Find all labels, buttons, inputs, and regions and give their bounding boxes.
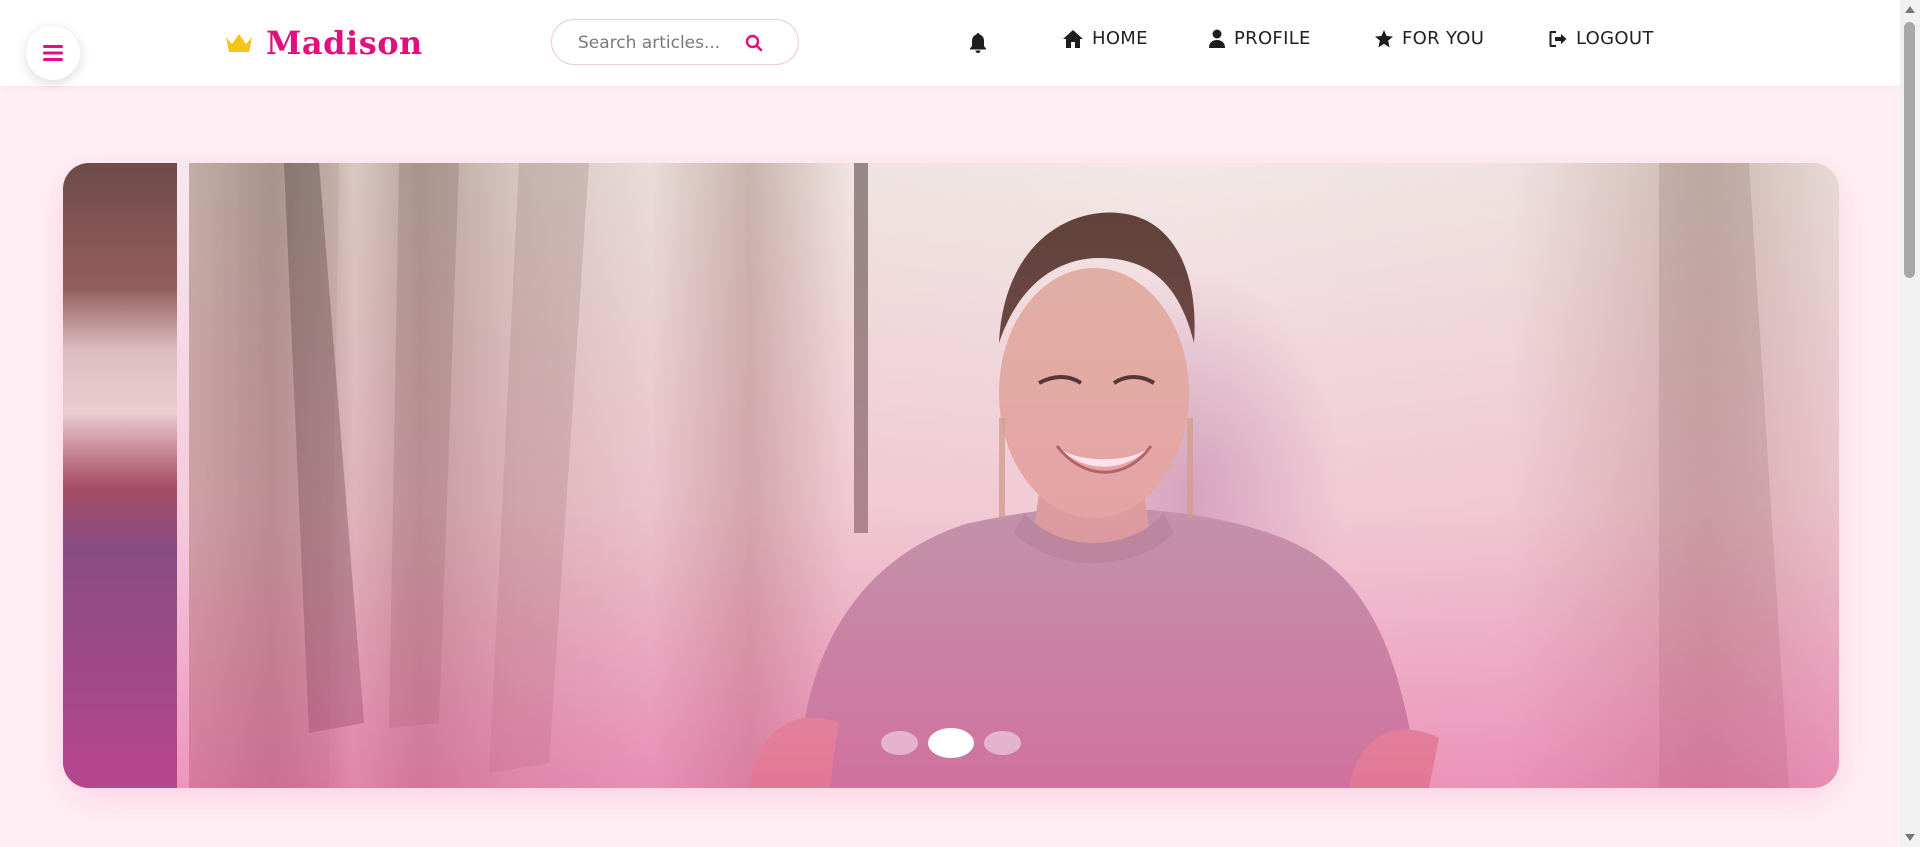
hero-carousel[interactable]: [63, 163, 1839, 788]
scroll-thumb[interactable]: [1904, 22, 1915, 278]
nav-profile[interactable]: PROFILE: [1208, 28, 1311, 49]
star-icon: [1375, 29, 1393, 47]
user-icon: [1209, 29, 1225, 48]
nav-for-you-label: FOR YOU: [1402, 28, 1485, 49]
scroll-down-arrow[interactable]: [1905, 834, 1915, 841]
hamburger-menu-button[interactable]: [26, 26, 80, 80]
search-box: [551, 19, 799, 65]
home-icon: [1063, 29, 1083, 48]
vertical-scrollbar[interactable]: [1900, 0, 1920, 847]
hamburger-icon: [43, 45, 63, 61]
carousel-indicators: [881, 728, 1021, 758]
search-input[interactable]: [576, 30, 730, 56]
search-icon[interactable]: [744, 33, 764, 53]
logout-icon: [1549, 30, 1567, 47]
brand-name: Madison: [266, 24, 423, 62]
crown-icon: [226, 34, 252, 52]
nav-logout[interactable]: LOGOUT: [1548, 28, 1654, 49]
nav-for-you[interactable]: FOR YOU: [1374, 28, 1484, 49]
nav-profile-label: PROFILE: [1234, 28, 1311, 49]
carousel-dot-3[interactable]: [984, 731, 1021, 755]
hero-gradient-overlay: [63, 163, 1839, 788]
nav-logout-label: LOGOUT: [1576, 28, 1654, 49]
scroll-up-arrow[interactable]: [1905, 6, 1915, 13]
nav-home-label: HOME: [1092, 28, 1148, 49]
carousel-dot-1[interactable]: [881, 731, 918, 755]
bell-icon[interactable]: [966, 31, 990, 55]
top-navigation-bar: Madison HOME PROFILE FOR YOU: [0, 0, 1900, 86]
carousel-dot-2-active[interactable]: [928, 728, 974, 758]
nav-home[interactable]: HOME: [1062, 28, 1148, 49]
brand-logo[interactable]: Madison: [224, 20, 423, 66]
